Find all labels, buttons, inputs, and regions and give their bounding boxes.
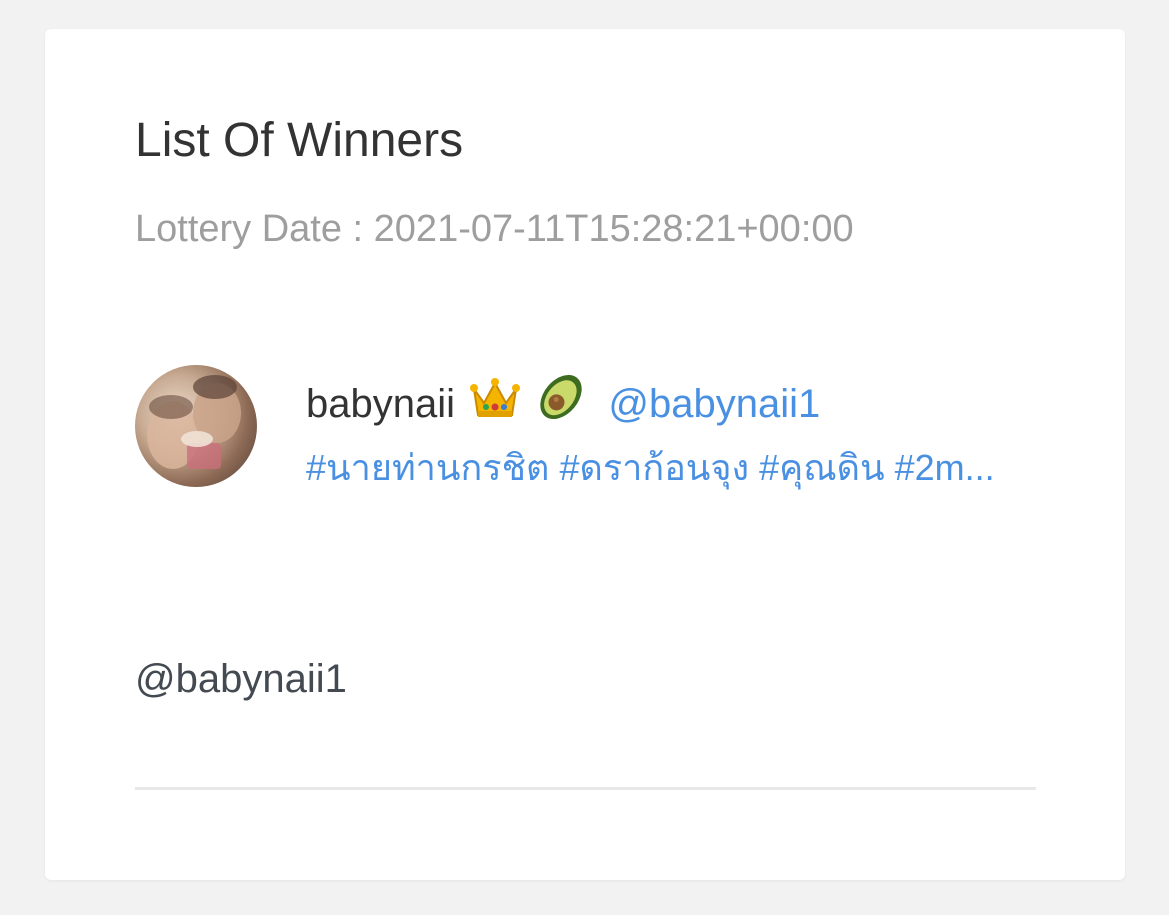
winner-hashtags[interactable]: #นายท่านกรชิต #ดราก้อนจุง #คุณดิน #2m... bbox=[306, 445, 1026, 491]
lottery-date: Lottery Date : 2021-07-11T15:28:21+00:00 bbox=[135, 208, 854, 250]
crown-icon bbox=[470, 377, 521, 433]
winner-display-name: babynaii bbox=[306, 382, 456, 426]
winners-card: List Of Winners Lottery Date : 2021-07-1… bbox=[45, 29, 1125, 880]
divider bbox=[135, 787, 1036, 790]
winner-name-line: babynaii @babynaii1 bbox=[306, 373, 820, 433]
winner-handle-link[interactable]: @babynaii1 bbox=[608, 382, 820, 426]
avocado-icon bbox=[535, 373, 587, 433]
footer-handle: @babynaii1 bbox=[135, 657, 347, 701]
winner-item[interactable]: babynaii @babynaii1 #นายท่านกรชิต #ดราก้… bbox=[135, 365, 1035, 489]
avatar[interactable] bbox=[135, 365, 257, 487]
page-title: List Of Winners bbox=[135, 114, 464, 167]
